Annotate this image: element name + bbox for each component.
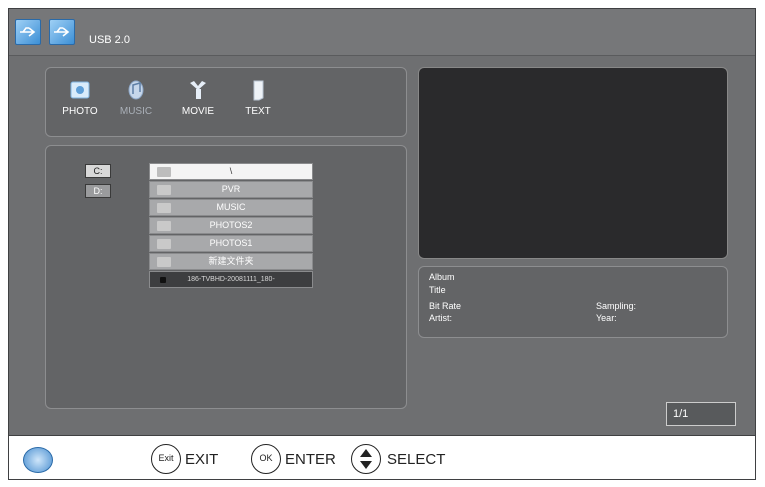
folder-icon: [157, 221, 171, 231]
preview-window: [418, 67, 728, 259]
album-label: Album: [429, 272, 455, 282]
sampling-label: Sampling:: [596, 301, 637, 311]
media-tabs-panel: PHOTO MUSIC MOVIE TEXT: [45, 67, 407, 137]
drive-d-button[interactable]: D:: [85, 184, 111, 198]
top-bar: USB 2.0: [9, 9, 755, 56]
remote-icon: [23, 447, 53, 473]
file-row-new-folder[interactable]: 新建文件夹: [149, 253, 313, 270]
updown-arrows-icon[interactable]: [351, 444, 381, 474]
movie-icon: [187, 78, 209, 102]
photo-icon: [69, 78, 91, 102]
exit-key[interactable]: Exit: [151, 444, 181, 474]
file-row-pvr[interactable]: PVR: [149, 181, 313, 198]
folder-icon: [157, 239, 171, 249]
bitrate-label: Bit Rate: [429, 301, 462, 311]
file-row-photos1[interactable]: PHOTOS1: [149, 235, 313, 252]
folder-icon: [157, 257, 171, 267]
tab-text[interactable]: TEXT: [230, 78, 286, 122]
usb-icon[interactable]: [15, 19, 41, 45]
key-guide-bar: Exit EXIT OK ENTER SELECT: [8, 436, 756, 480]
file-row-photos2[interactable]: PHOTOS2: [149, 217, 313, 234]
music-icon: [125, 78, 147, 102]
device-label: USB 2.0: [89, 34, 130, 46]
folder-icon: [157, 203, 171, 213]
enter-label: ENTER: [285, 451, 336, 468]
tab-music[interactable]: MUSIC: [108, 78, 164, 122]
ok-key[interactable]: OK: [251, 444, 281, 474]
page-indicator: 1/1: [666, 402, 736, 426]
drive-c-button[interactable]: C:: [85, 164, 111, 178]
title-label: Title: [429, 285, 446, 295]
artist-label: Artist:: [429, 313, 453, 323]
tab-photo[interactable]: PHOTO: [52, 78, 108, 122]
file-row-root[interactable]: \: [149, 163, 313, 180]
file-list: \ PVR MUSIC PHOTOS2 PHOTOS1 新建文件夹 186-TV…: [149, 163, 313, 289]
exit-label: EXIT: [185, 451, 219, 468]
file-browser-panel: C: D: \ PVR MUSIC PHOTOS2 PHOTOS1 新建文件夹 …: [45, 145, 407, 409]
file-icon: [160, 277, 166, 283]
media-player-window: USB 2.0 PHOTO MUSIC MOVIE TEXT C: D: \ P…: [8, 8, 756, 436]
media-info-panel: Album Title Bit Rate Sampling: Artist: Y…: [418, 266, 728, 338]
year-label: Year:: [596, 313, 617, 323]
usb-device-icon[interactable]: [49, 19, 75, 45]
file-row-recording[interactable]: 186-TVBHD-20081111_180-: [149, 271, 313, 288]
tab-movie[interactable]: MOVIE: [170, 78, 226, 122]
select-label: SELECT: [387, 451, 446, 468]
folder-icon: [157, 185, 171, 195]
file-row-music[interactable]: MUSIC: [149, 199, 313, 216]
folder-up-icon: [157, 167, 171, 177]
text-icon: [247, 78, 269, 102]
